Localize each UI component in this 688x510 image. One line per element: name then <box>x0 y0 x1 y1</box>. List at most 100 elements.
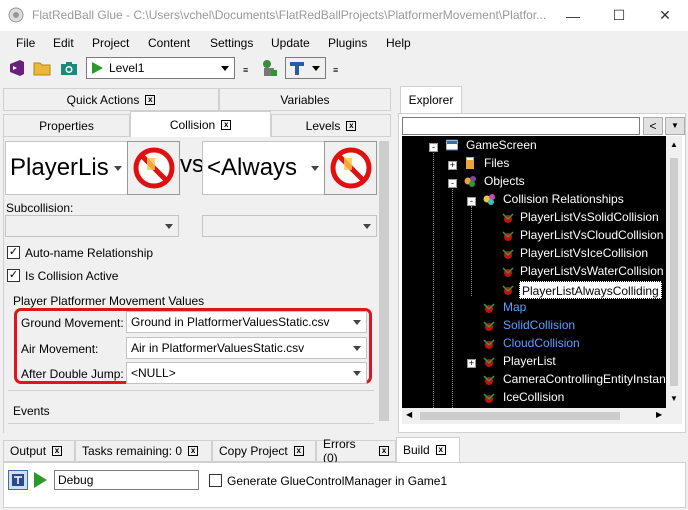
tree-node-map[interactable]: Map <box>503 298 526 316</box>
menu-content[interactable]: Content <box>148 36 190 50</box>
tab-properties[interactable]: Properties <box>3 114 130 137</box>
collapse-icon[interactable]: - <box>429 143 438 152</box>
minimize-button[interactable]: — <box>550 0 596 31</box>
ground-movement-select[interactable]: Ground in PlatformerValuesStatic.csv <box>126 311 367 333</box>
level-select[interactable]: Level1 <box>86 57 235 79</box>
tab-label: Tasks remaining: 0 <box>82 444 183 458</box>
play-icon <box>92 62 103 74</box>
window-title: FlatRedBall Glue - C:\Users\vchel\Docume… <box>32 8 547 22</box>
search-options-icon[interactable]: ▼ <box>665 117 685 135</box>
object-icon <box>502 231 514 241</box>
scroll-down-icon[interactable]: ▼ <box>670 394 678 403</box>
tree-node-camera-entity[interactable]: CameraControllingEntityInstan <box>503 370 666 388</box>
objects-icon <box>464 176 476 187</box>
scroll-right-icon[interactable]: ▶ <box>656 410 662 419</box>
auto-name-checkbox[interactable]: ✓ <box>7 246 20 259</box>
tab-levels[interactable]: Levels x <box>271 114 391 137</box>
air-movement-select[interactable]: Air in PlatformerValuesStatic.csv <box>126 337 367 359</box>
collision-active-checkbox[interactable]: ✓ <box>7 269 20 282</box>
scrollbar-thumb[interactable] <box>670 158 678 386</box>
object-icon <box>483 357 495 367</box>
play-icon[interactable] <box>30 470 50 490</box>
entity-icon[interactable] <box>258 57 280 79</box>
configuration-field[interactable]: Debug <box>54 470 199 490</box>
search-input[interactable] <box>402 117 640 135</box>
second-subcollision-select[interactable] <box>202 215 377 237</box>
tab-quick-actions[interactable]: Quick Actions x <box>3 88 219 111</box>
close-button[interactable]: ✕ <box>642 0 688 31</box>
close-icon[interactable]: x <box>435 445 446 455</box>
tools-select[interactable] <box>285 57 326 79</box>
tree-vertical-scrollbar[interactable]: ▲ ▼ <box>666 136 682 408</box>
close-icon[interactable]: x <box>221 119 232 130</box>
first-object-button[interactable] <box>127 141 180 195</box>
tab-errors[interactable]: Errors (0) x <box>316 437 396 465</box>
scrollbar-thumb[interactable] <box>420 412 620 420</box>
tab-variables[interactable]: Variables <box>219 88 391 111</box>
tree-node-files[interactable]: Files <box>484 154 509 172</box>
tree-node-cloud-collision[interactable]: CloudCollision <box>503 334 580 352</box>
second-object-select[interactable]: <Always <box>202 141 325 195</box>
close-icon[interactable]: x <box>346 120 357 131</box>
menu-edit[interactable]: Edit <box>53 36 74 50</box>
events-label: Events <box>13 404 50 418</box>
tree-node-cloud-relationship[interactable]: PlayerListVsCloudCollision <box>520 226 663 244</box>
tree-node-gamescreen[interactable]: GameScreen <box>466 136 537 154</box>
generate-checkbox[interactable] <box>209 474 222 487</box>
tree-node-solid-collision[interactable]: SolidCollision <box>503 316 575 334</box>
menu-file[interactable]: File <box>16 36 35 50</box>
overflow-icon[interactable]: ≡ <box>333 65 338 75</box>
overflow-icon[interactable]: ≡ <box>243 65 248 75</box>
scrollbar-thumb[interactable] <box>379 141 389 421</box>
tree-node-ice-collision[interactable]: IceCollision <box>503 388 564 406</box>
tab-tasks[interactable]: Tasks remaining: 0 x <box>75 440 212 462</box>
close-icon[interactable]: x <box>293 446 304 456</box>
tree-node-player-list[interactable]: PlayerList <box>503 352 556 370</box>
tree-node-collision-relationships[interactable]: Collision Relationships <box>503 190 624 208</box>
first-object-select[interactable]: PlayerLis <box>5 141 128 195</box>
menu-bar: File Edit Project Content Settings Updat… <box>0 31 688 55</box>
folder-icon[interactable] <box>31 57 53 79</box>
back-button[interactable]: < <box>643 117 663 135</box>
tree-node-objects[interactable]: Objects <box>484 172 525 190</box>
tree-node-water-relationship[interactable]: PlayerListVsWaterCollision <box>520 262 664 280</box>
object-icon <box>502 285 514 295</box>
maximize-button[interactable]: ☐ <box>596 0 642 31</box>
tree-horizontal-scrollbar[interactable]: ◀ ▶ <box>402 408 682 424</box>
no-collision-icon <box>133 147 174 189</box>
chevron-down-icon <box>165 224 173 229</box>
left-scrollbar[interactable] <box>377 137 391 433</box>
tree-node-ice-relationship[interactable]: PlayerListVsIceCollision <box>520 244 648 262</box>
explorer-tree[interactable]: - GameScreen + Files - Objects - Collisi… <box>402 136 666 408</box>
second-object-button[interactable] <box>324 141 377 195</box>
visual-studio-icon[interactable] <box>6 57 28 79</box>
menu-settings[interactable]: Settings <box>210 36 253 50</box>
close-icon[interactable]: x <box>52 446 63 456</box>
menu-update[interactable]: Update <box>271 36 310 50</box>
tab-collision[interactable]: Collision x <box>130 111 271 138</box>
tree-node-solid-relationship[interactable]: PlayerListVsSolidCollision <box>520 208 659 226</box>
close-icon[interactable]: x <box>188 446 199 456</box>
menu-project[interactable]: Project <box>92 36 129 50</box>
menu-plugins[interactable]: Plugins <box>328 36 367 50</box>
tab-copy-project[interactable]: Copy Project x <box>212 440 316 462</box>
tree-node-always-colliding[interactable]: PlayerListAlwaysColliding <box>519 281 662 299</box>
tab-label: Variables <box>280 92 330 107</box>
tab-output[interactable]: Output x <box>3 440 75 462</box>
settings-icon[interactable] <box>8 470 28 490</box>
close-icon[interactable]: x <box>379 446 389 456</box>
scroll-left-icon[interactable]: ◀ <box>406 410 412 419</box>
close-icon[interactable]: x <box>145 94 156 105</box>
first-subcollision-select[interactable] <box>5 215 179 237</box>
collapse-icon[interactable]: - <box>448 179 457 188</box>
camera-icon[interactable] <box>58 57 80 79</box>
menu-help[interactable]: Help <box>386 36 411 50</box>
tab-build[interactable]: Build x <box>396 437 460 463</box>
tab-explorer[interactable]: Explorer <box>400 86 462 114</box>
expand-icon[interactable]: + <box>448 161 457 170</box>
expand-icon[interactable]: + <box>467 359 476 368</box>
object-icon <box>502 267 514 277</box>
scroll-up-icon[interactable]: ▲ <box>670 140 678 149</box>
double-jump-select[interactable]: <NULL> <box>126 362 367 384</box>
collapse-icon[interactable]: - <box>467 197 476 206</box>
